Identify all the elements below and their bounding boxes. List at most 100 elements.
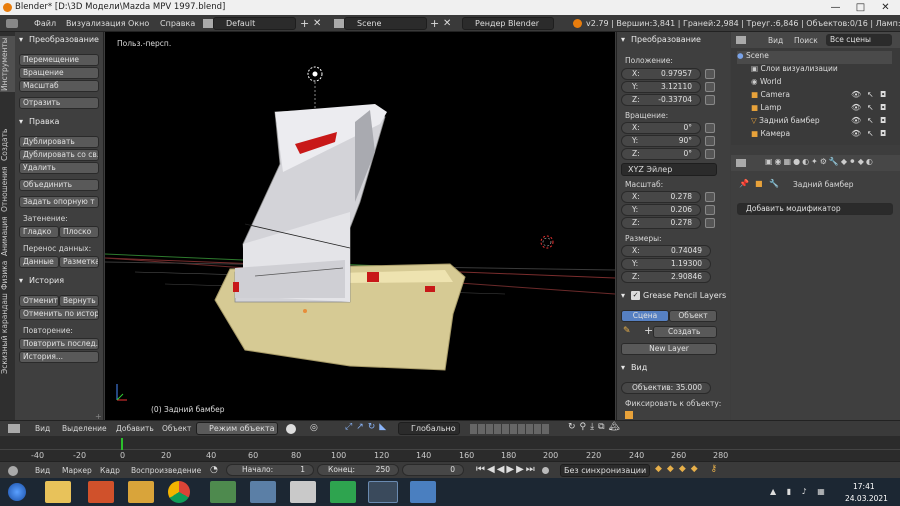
explorer-icon[interactable] (45, 481, 71, 503)
rotation-mode-select[interactable]: XYZ Эйлер (621, 163, 717, 176)
pivot-icon[interactable]: ◎ (310, 423, 318, 433)
blender-taskbar-icon[interactable] (368, 481, 398, 503)
tab-tools[interactable]: Инструменты (0, 36, 15, 92)
history-panel-header[interactable]: История (29, 276, 64, 285)
transform-orientation-select[interactable]: Глобально (398, 422, 460, 435)
rotation-z-field[interactable]: Z: 0° (621, 148, 701, 160)
visibility-eye-icon[interactable]: 👁 (851, 103, 861, 112)
lock-icon[interactable] (705, 123, 715, 133)
history-panel-arrow-icon[interactable]: ▾ (19, 276, 23, 285)
green-app-icon[interactable] (330, 481, 356, 503)
scale-button[interactable]: Масштаб (19, 80, 99, 92)
repeat-history-button[interactable]: История... (19, 351, 99, 363)
redo-button[interactable]: Вернуть (59, 295, 99, 307)
grease-pencil-header[interactable]: Grease Pencil Layers (643, 291, 726, 300)
outliner-editor-icon[interactable] (736, 36, 746, 44)
timeline-menu-frame[interactable]: Кадр (100, 466, 120, 475)
undo-history-button[interactable]: Отменить по истор... (19, 308, 99, 320)
repeat-last-button[interactable]: Повторить послед... (19, 338, 99, 350)
clock-date[interactable]: 24.03.2021 (845, 494, 888, 503)
transform-panel-header[interactable]: Преобразование (29, 35, 99, 44)
lens-field[interactable]: Объектив: 35.000 (621, 382, 711, 394)
outliner-row-camera[interactable]: ■ Camera (751, 90, 790, 103)
system-tool-icon[interactable] (210, 481, 236, 503)
menu-add[interactable]: Добавить (116, 424, 154, 433)
paint-icon[interactable] (290, 481, 316, 503)
tab-relations[interactable]: Отношения (0, 166, 15, 212)
timeline-current-frame[interactable] (121, 438, 123, 450)
timeline-editor-icon[interactable] (8, 466, 18, 476)
select-arrow-icon[interactable]: ↖ (867, 90, 874, 99)
editor-3d-icon[interactable] (8, 424, 20, 433)
outliner-row-kamera[interactable]: ■ Камера (751, 129, 790, 142)
outliner-row-render-layers[interactable]: ▣ Слои визуализации (751, 64, 838, 77)
transform-arrow-icon[interactable]: ▾ (621, 35, 625, 44)
location-y-field[interactable]: Y: 3.12110 (621, 81, 701, 93)
windows-start-icon[interactable] (8, 483, 26, 501)
preview-range-icon[interactable]: ◔ (210, 465, 218, 475)
outliner-row-world[interactable]: ◉ World (751, 77, 781, 90)
duplicate-linked-button[interactable]: Дублировать со св... (19, 149, 99, 161)
close-icon[interactable]: ✕ (873, 0, 898, 15)
dimension-z-field[interactable]: Z: 2.90846 (621, 271, 711, 283)
duplicate-button[interactable]: Дублировать (19, 136, 99, 148)
maximize-icon[interactable]: □ (848, 0, 873, 15)
scale-y-field[interactable]: Y: 0.206 (621, 204, 701, 216)
select-arrow-icon[interactable]: ↖ (867, 116, 874, 125)
shade-flat-button[interactable]: Плоско (59, 226, 99, 238)
media-player-icon[interactable] (88, 481, 114, 503)
grease-pencil-arrow-icon[interactable]: ▾ (621, 291, 625, 300)
tab-grease-pencil[interactable]: Эскизный карандаш (0, 293, 15, 374)
join-button[interactable]: Объединить (19, 179, 99, 191)
lock-icon[interactable] (705, 205, 715, 215)
scene-select[interactable]: Scene (344, 17, 427, 30)
screen-layout-select[interactable]: Default (213, 17, 296, 30)
tab-animation[interactable]: Анимация (0, 216, 15, 256)
layer-buttons[interactable] (470, 424, 550, 434)
rotation-y-field[interactable]: Y: 90° (621, 135, 701, 147)
keying-icons[interactable]: ◆◆◆◆ ⚷ (655, 464, 722, 474)
lock-icon[interactable] (705, 69, 715, 79)
location-x-field[interactable]: X: 0.97957 (621, 68, 701, 80)
scene-icon[interactable] (334, 19, 344, 28)
scale-z-field[interactable]: Z: 0.278 (621, 217, 701, 229)
edit-panel-arrow-icon[interactable]: ▾ (19, 117, 23, 126)
viewport-shading-icon[interactable] (286, 424, 296, 434)
location-z-field[interactable]: Z: -0.33704 (621, 94, 701, 106)
add-icon[interactable]: + (644, 324, 653, 337)
lock-icon[interactable] (705, 149, 715, 159)
select-arrow-icon[interactable]: ↖ (867, 129, 874, 138)
render-camera-icon[interactable]: ◘ (880, 116, 886, 125)
data-layout-button[interactable]: Разметка (59, 256, 99, 268)
settings-gear-icon[interactable] (250, 481, 276, 503)
visibility-eye-icon[interactable]: 👁 (851, 116, 861, 125)
visibility-eye-icon[interactable]: 👁 (851, 90, 861, 99)
scale-x-field[interactable]: X: 0.278 (621, 191, 701, 203)
menu-file[interactable]: Файл (34, 15, 56, 31)
shade-smooth-button[interactable]: Гладко (19, 226, 59, 238)
transform-header[interactable]: Преобразование (631, 35, 701, 44)
view-header[interactable]: Вид (631, 363, 647, 372)
frame-start-field[interactable]: Начало: 1 (226, 464, 314, 476)
rotate-button[interactable]: Вращение (19, 67, 99, 79)
edit-panel-header[interactable]: Правка (29, 117, 59, 126)
set-origin-button[interactable]: Задать опорную т (19, 196, 99, 208)
minimize-icon[interactable]: — (823, 0, 848, 15)
timeline-menu-playback[interactable]: Воспроизведение (131, 466, 201, 475)
tab-gp-object[interactable]: Объект (669, 310, 717, 322)
menu-view[interactable]: Вид (35, 424, 50, 433)
new-layer-button[interactable]: New Layer (621, 343, 717, 355)
lock-icon[interactable] (705, 95, 715, 105)
timeline-menu-marker[interactable]: Маркер (62, 466, 92, 475)
render-camera-icon[interactable]: ◘ (880, 103, 886, 112)
clock-time[interactable]: 17:41 (853, 482, 875, 491)
current-frame-field[interactable]: 0 (402, 464, 464, 476)
3d-viewport[interactable]: Польз.-персп. (0) Задний бамбер (105, 32, 615, 420)
outliner-row-scene[interactable]: ● Scene (737, 51, 892, 64)
add-modifier-select[interactable]: Добавить модификатор (737, 203, 893, 215)
undo-button[interactable]: Отменит (19, 295, 59, 307)
screen-layout-icon[interactable] (203, 19, 213, 28)
tab-physics[interactable]: Физика (0, 260, 15, 290)
record-icon[interactable] (542, 467, 549, 474)
visibility-eye-icon[interactable]: 👁 (851, 129, 861, 138)
